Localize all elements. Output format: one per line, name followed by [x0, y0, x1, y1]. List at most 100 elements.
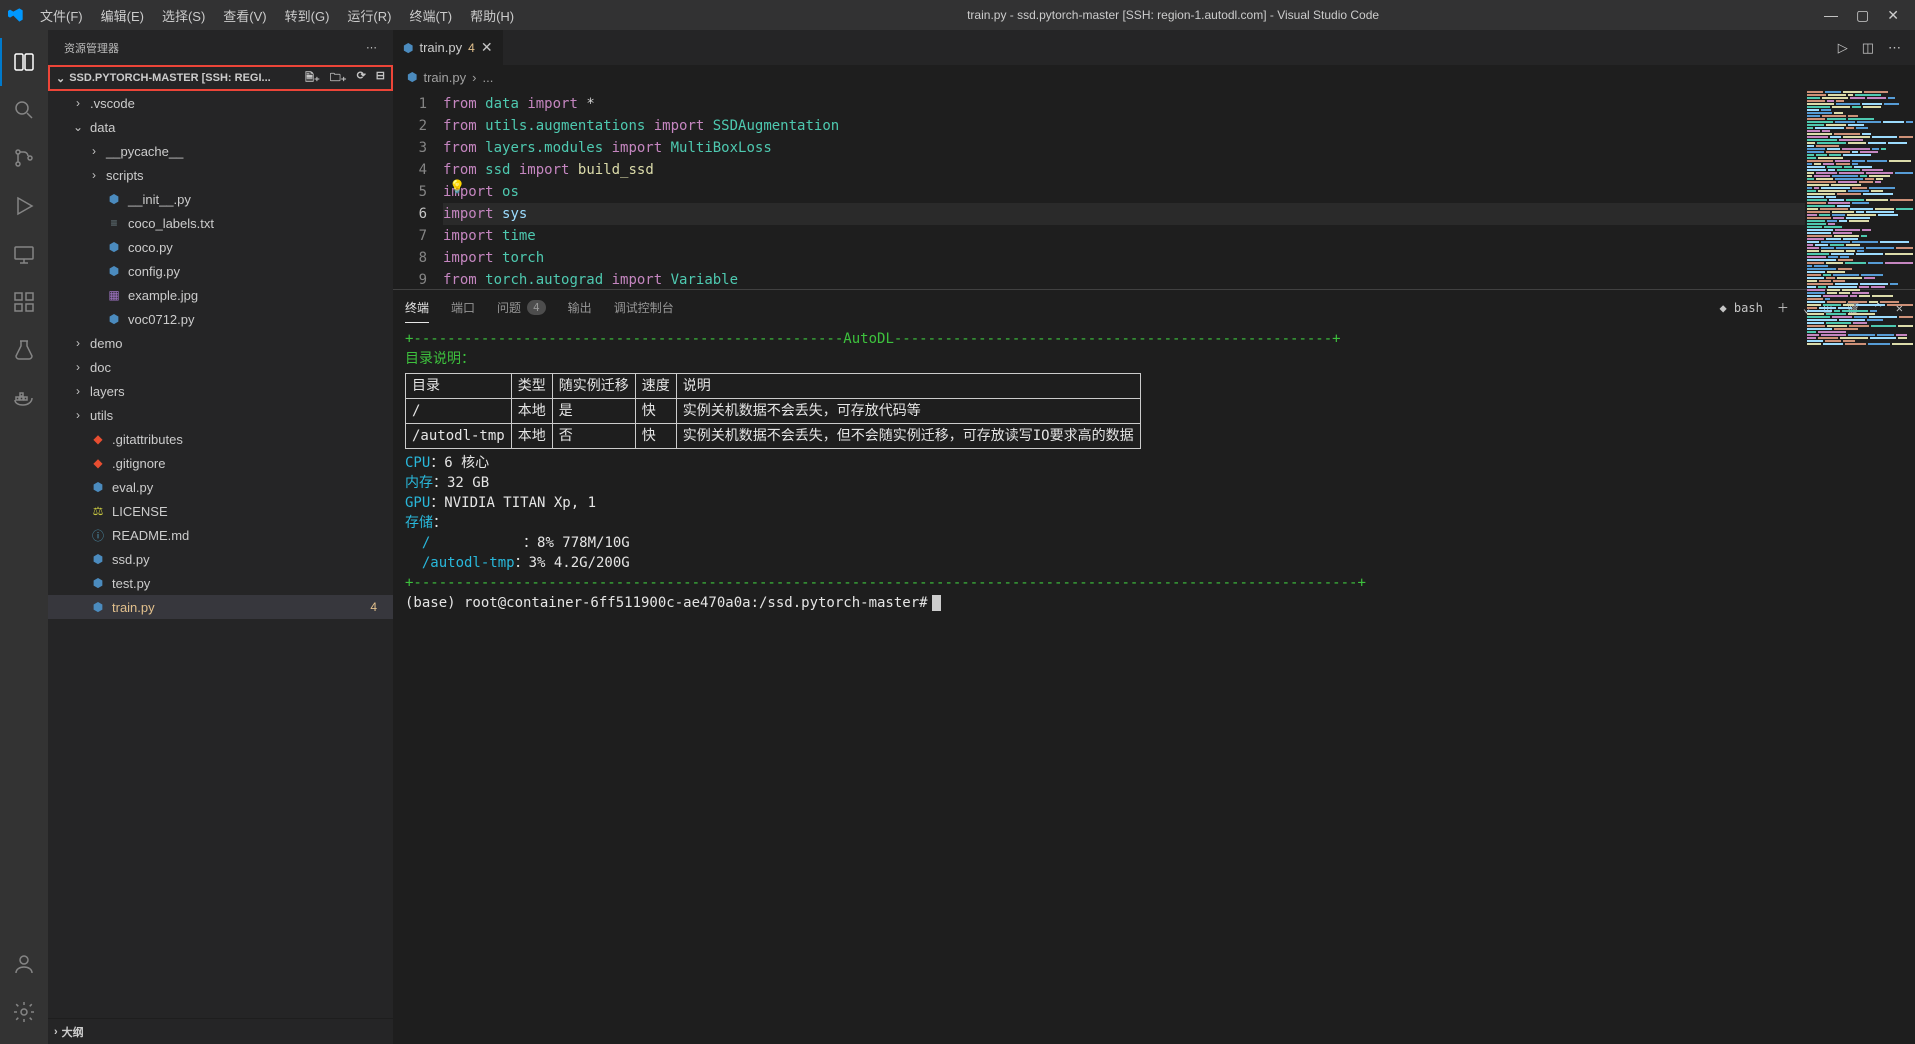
new-terminal-button[interactable]: ＋ [1777, 299, 1789, 316]
tab-train-py[interactable]: ⬢ train.py 4 ✕ [393, 30, 504, 65]
menu-item[interactable]: 编辑(E) [93, 2, 152, 29]
maximize-button[interactable]: ▢ [1856, 7, 1869, 24]
git-icon: ◆ [90, 456, 106, 470]
remote-explorer-icon[interactable] [0, 230, 48, 278]
docker-icon[interactable] [0, 374, 48, 422]
window-controls: — ▢ ✕ [1824, 7, 1907, 24]
menu-item[interactable]: 查看(V) [215, 2, 274, 29]
minimize-button[interactable]: — [1824, 7, 1838, 24]
folder-item[interactable]: ›layers [48, 379, 393, 403]
terminal-output[interactable]: +---------------------------------------… [393, 325, 1915, 1044]
file-item[interactable]: ⬢voc0712.py [48, 307, 393, 331]
new-file-icon[interactable]: 🗎₊ [305, 69, 320, 88]
file-item[interactable]: ▦example.jpg [48, 283, 393, 307]
accounts-icon[interactable] [0, 940, 48, 988]
tree-item-label: eval.py [112, 480, 153, 495]
terminal-cursor [932, 595, 941, 611]
settings-icon[interactable] [0, 988, 48, 1036]
panel-tabs: 终端端口问题4输出调试控制台 ◆ bash ＋ ⌄ ◫ 🗑 ^ ✕ [393, 290, 1915, 325]
file-item[interactable]: ⬢test.py [48, 571, 393, 595]
sidebar-more-icon[interactable]: ⋯ [366, 41, 377, 54]
file-item[interactable]: ⬢__init__.py [48, 187, 393, 211]
menu-item[interactable]: 转到(G) [277, 2, 338, 29]
file-item[interactable]: ⓘREADME.md [48, 523, 393, 547]
run-debug-icon[interactable] [0, 182, 48, 230]
chevron-right-icon: › [72, 360, 84, 374]
file-item[interactable]: ⬢config.py [48, 259, 393, 283]
menu-item[interactable]: 文件(F) [32, 2, 91, 29]
folder-item[interactable]: › doc [48, 355, 393, 379]
lic-icon: ⚖ [90, 504, 106, 518]
file-item[interactable]: ≡coco_labels.txt [48, 211, 393, 235]
chevron-right-icon: › [88, 168, 100, 182]
extensions-icon[interactable] [0, 278, 48, 326]
folder-item[interactable]: ›utils [48, 403, 393, 427]
new-folder-icon[interactable]: 🗀₊ [330, 69, 347, 88]
folder-item[interactable]: ›demo [48, 331, 393, 355]
py-icon: ⬢ [90, 552, 106, 566]
panel-tab[interactable]: 问题4 [497, 293, 546, 322]
file-item[interactable]: ◆.gitignore [48, 451, 393, 475]
file-item[interactable]: ⬢coco.py [48, 235, 393, 259]
code-content[interactable]: from data import *from utils.augmentatio… [443, 89, 1805, 289]
source-control-icon[interactable] [0, 134, 48, 182]
minimap[interactable] [1805, 89, 1915, 289]
tree-item-label: LICENSE [112, 504, 168, 519]
split-editor-icon[interactable]: ◫ [1862, 40, 1874, 56]
folder-item[interactable]: ›__pycache__ [48, 139, 393, 163]
file-item[interactable]: ⬢train.py4 [48, 595, 393, 619]
close-button[interactable]: ✕ [1887, 7, 1899, 24]
chevron-right-icon: › [72, 384, 84, 398]
run-button[interactable]: ▷ [1838, 40, 1848, 56]
folder-root-header[interactable]: ⌄ SSD.PYTORCH-MASTER [SSH: REGI... 🗎₊ 🗀₊… [48, 65, 393, 91]
menu-item[interactable]: 运行(R) [339, 2, 399, 29]
file-item[interactable]: ⚖ LICENSE [48, 499, 393, 523]
file-item[interactable]: ⬢eval.py [48, 475, 393, 499]
code-editor[interactable]: 123456789 from data import *from utils.a… [393, 89, 1915, 289]
panel-tab[interactable]: 终端 [405, 293, 429, 323]
sidebar: 资源管理器 ⋯ ⌄ SSD.PYTORCH-MASTER [SSH: REGI.… [48, 30, 393, 1044]
close-icon[interactable]: ✕ [481, 39, 493, 56]
tree-item-label: train.py [112, 600, 155, 615]
tree-item-label: scripts [106, 168, 144, 183]
collapse-all-icon[interactable]: ⊟ [376, 69, 385, 88]
file-item[interactable]: ◆.gitattributes [48, 427, 393, 451]
editor-more-icon[interactable]: ⋯ [1888, 40, 1901, 56]
folder-item[interactable]: › scripts [48, 163, 393, 187]
tree-item-label: data [90, 120, 115, 135]
file-item[interactable]: ⬢ssd.py [48, 547, 393, 571]
gpu-value: ：NVIDIA TITAN Xp, 1 [430, 495, 596, 511]
menu-item[interactable]: 帮助(H) [462, 2, 522, 29]
tab-badge: 4 [468, 41, 475, 55]
editor-area: ⬢ train.py 4 ✕ ▷ ◫ ⋯ ⬢ train.py › ... 12… [393, 30, 1915, 1044]
py-icon: ⬢ [106, 312, 122, 326]
explorer-icon[interactable] [0, 38, 48, 86]
refresh-icon[interactable]: ⟳ [357, 69, 366, 88]
chevron-right-icon: › [72, 96, 84, 110]
chevron-down-icon: ⌄ [56, 72, 65, 85]
lightbulb-icon[interactable]: 💡 [449, 179, 465, 195]
menu-item[interactable]: 终端(T) [401, 2, 460, 29]
terminal-table: 目录类型随实例迁移速度说明 /本地是快实例关机数据不会丢失，可存放代码等 /au… [405, 373, 1141, 449]
testing-icon[interactable] [0, 326, 48, 374]
chevron-right-icon: › [72, 336, 84, 350]
tree-item-label: coco.py [128, 240, 173, 255]
menu-item[interactable]: 选择(S) [154, 2, 213, 29]
panel-tab[interactable]: 输出 [568, 293, 592, 322]
search-icon[interactable] [0, 86, 48, 134]
tree-item-label: README.md [112, 528, 189, 543]
breadcrumbs[interactable]: ⬢ train.py › ... [393, 65, 1915, 89]
cpu-label: CPU [405, 455, 430, 471]
window-title: train.py - ssd.pytorch-master [SSH: regi… [522, 8, 1824, 22]
bash-indicator[interactable]: ◆ bash [1719, 301, 1762, 315]
chevron-down-icon: ⌄ [72, 120, 84, 134]
cpu-value: ：6 核心 [430, 455, 489, 471]
panel-tab[interactable]: 端口 [451, 293, 475, 322]
terminal-prompt: (base) root@container-6ff511900c-ae470a0… [405, 595, 928, 611]
folder-item[interactable]: ›.vscode [48, 91, 393, 115]
panel-tab[interactable]: 调试控制台 [614, 293, 674, 322]
outline-header[interactable]: › 大纲 [48, 1018, 393, 1044]
line-numbers: 123456789 [393, 89, 443, 289]
folder-item[interactable]: ⌄ data [48, 115, 393, 139]
tree-item-label: doc [90, 360, 111, 375]
